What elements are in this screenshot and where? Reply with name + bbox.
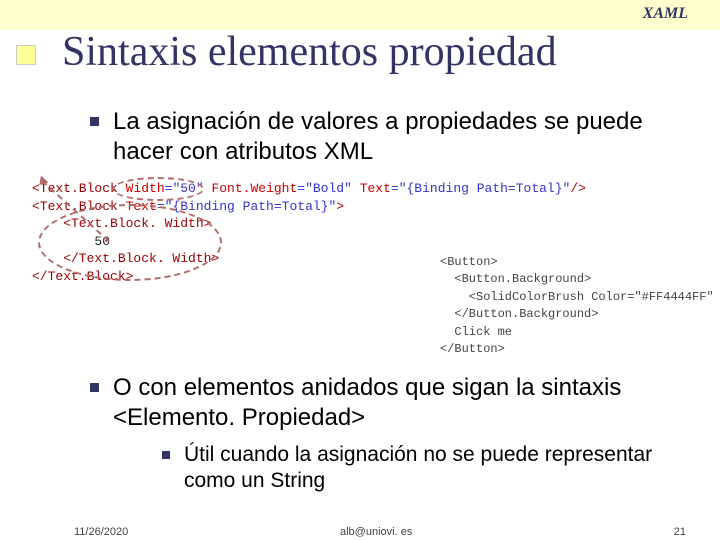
code-token: /> [570,181,586,196]
bullet-level1-second: O con elementos anidados que sigan la si… [90,373,670,433]
code-token: Width [118,181,165,196]
code-token: <Button.Background> [440,272,591,286]
code-token: /> [714,290,720,304]
code-token: Color [584,290,627,304]
code-token: ="Bold" [297,181,352,196]
code-token: Text [118,199,157,214]
code-token: ="{Binding Path=Total}" [157,199,336,214]
code-token: ="50" [165,181,204,196]
code-token: > [336,199,344,214]
footer-email: alb@uniovi. es [340,526,412,538]
bullet-text: Útil cuando la asignación no se puede re… [184,442,682,495]
code-token: </Button.Background> [440,307,598,321]
slide-title: Sintaxis elementos propiedad [62,28,557,76]
bullet-level2: Útil cuando la asignación no se puede re… [162,442,682,495]
code-token: 50 [32,234,110,249]
code-token: Text [352,181,391,196]
header-label: XAML [643,5,688,23]
footer-date: 11/26/2020 [74,526,128,538]
bullet-square-icon [162,451,170,459]
footer-page-number: 21 [674,526,686,538]
code-token: <Text.Block. Width> [32,216,211,231]
code-token: </Text.Block> [32,269,133,284]
code-token: </Text.Block. Width> [32,251,219,266]
bullet-text: O con elementos anidados que sigan la si… [113,373,670,433]
bullet-square-icon [90,383,99,392]
bullet-level1-first: La asignación de valores a propiedades s… [90,107,660,167]
code-token: ="{Binding Path=Total}" [391,181,570,196]
code-token: Font.Weight [204,181,298,196]
title-accent-square [16,45,36,65]
header-band [0,0,720,30]
code-token: <SolidColorBrush [440,290,584,304]
code-token: Click me [440,325,512,339]
slide: XAML Sintaxis elementos propiedad La asi… [0,0,720,540]
code-token: <Button> [440,255,498,269]
bullet-text: La asignación de valores a propiedades s… [113,107,660,167]
code-token: </Button> [440,342,505,356]
code-block-button: <Button> <Button.Background> <SolidColor… [440,254,720,358]
code-token: ="#FF4444FF" [627,290,713,304]
bullet-square-icon [90,117,99,126]
